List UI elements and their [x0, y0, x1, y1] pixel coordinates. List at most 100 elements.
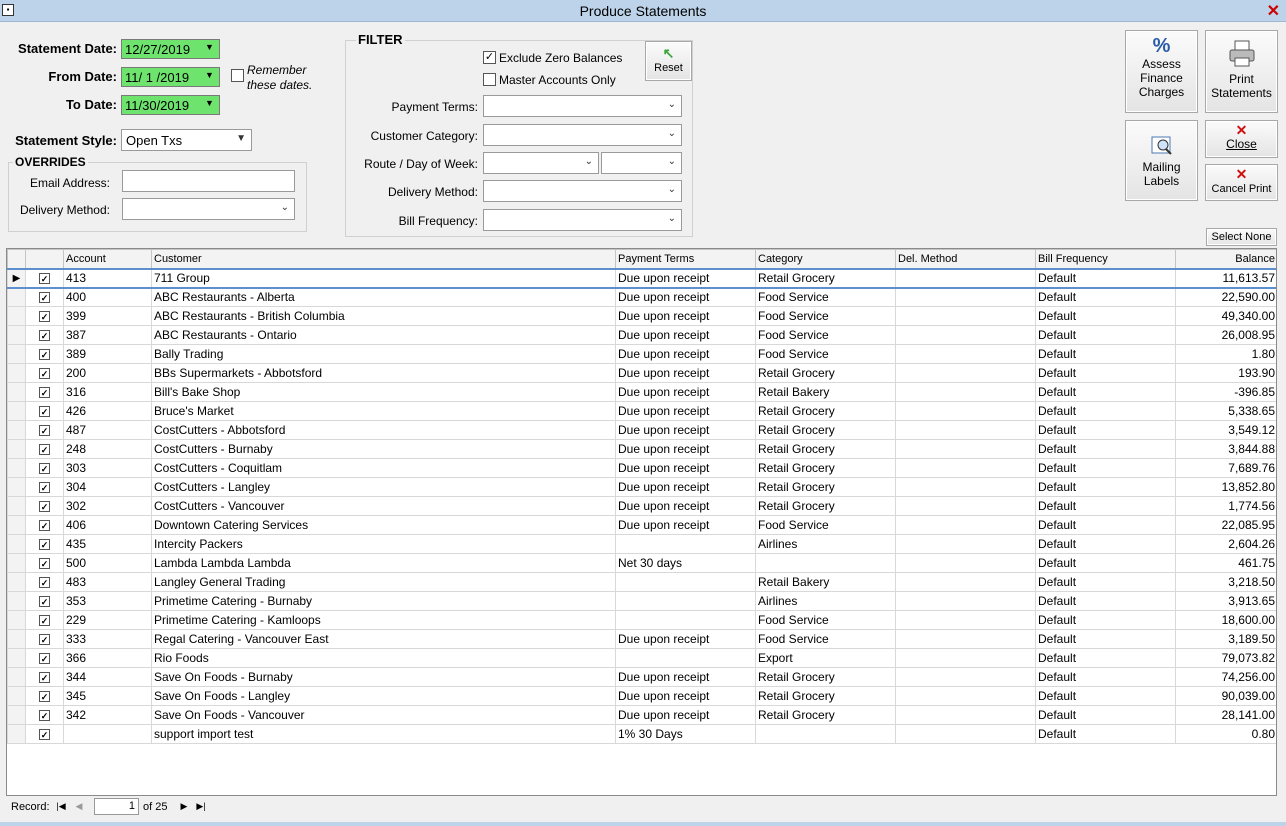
include-checkbox[interactable]: ✓ — [39, 368, 50, 379]
table-row[interactable]: ✓ 248 CostCutters - Burnaby Due upon receip… — [7, 439, 1276, 459]
dropdown-arrow-icon[interactable]: ▼ — [205, 70, 217, 80]
table-row[interactable]: ✓ 303 CostCutters - Coquitlam Due upon rece… — [7, 458, 1276, 478]
table-row[interactable]: ✓ 435 Intercity Packers Airlines Default 2,60… — [7, 534, 1276, 554]
include-checkbox[interactable]: ✓ — [39, 672, 50, 683]
table-row[interactable]: ✓ 345 Save On Foods - Langley Due upon rece… — [7, 686, 1276, 706]
route-select[interactable]: ⌄ — [483, 152, 599, 174]
include-checkbox[interactable]: ✓ — [39, 520, 50, 531]
row-selector[interactable] — [7, 610, 26, 630]
table-row[interactable]: ✓ 406 Downtown Catering Services Due upon r… — [7, 515, 1276, 535]
include-checkbox[interactable]: ✓ — [39, 273, 50, 284]
include-checkbox[interactable]: ✓ — [39, 387, 50, 398]
row-selector[interactable] — [7, 439, 26, 459]
row-selector[interactable]: ▶ — [7, 267, 26, 289]
close-button[interactable]: ✕ Close — [1205, 120, 1278, 158]
include-checkbox[interactable]: ✓ — [39, 729, 50, 740]
table-row[interactable]: ✓ 344 Save On Foods - Burnaby Due upon rece… — [7, 667, 1276, 687]
assess-finance-charges-button[interactable]: % Assess Finance Charges — [1125, 30, 1198, 113]
row-selector[interactable] — [7, 667, 26, 687]
col-del-method[interactable]: Del. Method — [895, 249, 1036, 269]
table-row[interactable]: ✓ 353 Primetime Catering - Burnaby Airlines… — [7, 591, 1276, 611]
row-selector[interactable] — [7, 496, 26, 516]
include-checkbox[interactable]: ✓ — [39, 558, 50, 569]
table-row[interactable]: ✓ 304 CostCutters - Langley Due upon receip… — [7, 477, 1276, 497]
col-balance[interactable]: Balance — [1175, 249, 1276, 269]
row-selector[interactable] — [7, 325, 26, 345]
table-row[interactable]: ✓ 333 Regal Catering - Vancouver East Due u… — [7, 629, 1276, 649]
table-row[interactable]: ✓ 366 Rio Foods Export Default 79,073.82 — [7, 648, 1276, 668]
row-selector[interactable] — [7, 458, 26, 478]
col-payment-terms[interactable]: Payment Terms — [615, 249, 756, 269]
reset-button[interactable]: ↖ Reset — [645, 41, 692, 81]
table-row[interactable]: ✓ 500 Lambda Lambda Lambda Net 30 days Defau… — [7, 553, 1276, 573]
table-row[interactable]: ✓ 389 Bally Trading Due upon receipt Food Se… — [7, 344, 1276, 364]
row-selector[interactable] — [7, 306, 26, 326]
include-checkbox[interactable]: ✓ — [39, 691, 50, 702]
include-checkbox[interactable]: ✓ — [39, 425, 50, 436]
table-row[interactable]: ✓ support import test 1% 30 Days Default 0.8… — [7, 724, 1276, 744]
include-checkbox[interactable]: ✓ — [39, 634, 50, 645]
include-checkbox[interactable]: ✓ — [39, 311, 50, 322]
cancel-print-button[interactable]: ✕ Cancel Print — [1205, 164, 1278, 201]
override-delivery-method-select[interactable]: ⌄ — [122, 198, 295, 220]
select-none-button[interactable]: Select None — [1206, 228, 1277, 246]
include-checkbox[interactable]: ✓ — [39, 577, 50, 588]
table-row[interactable]: ▶ ✓ 413 711 Group Due upon receipt Retail Gro… — [7, 267, 1276, 289]
customer-category-select[interactable]: ⌄ — [483, 124, 682, 146]
prev-record-icon[interactable]: ◀ — [72, 799, 86, 813]
row-selector[interactable] — [7, 477, 26, 497]
include-checkbox[interactable]: ✓ — [39, 444, 50, 455]
last-record-icon[interactable]: ▶| — [194, 799, 208, 813]
include-checkbox[interactable]: ✓ — [39, 501, 50, 512]
include-checkbox[interactable]: ✓ — [39, 292, 50, 304]
table-row[interactable]: ✓ 387 ABC Restaurants - Ontario Due upon re… — [7, 325, 1276, 345]
master-accounts-only-checkbox[interactable] — [483, 73, 496, 86]
table-row[interactable]: ✓ 487 CostCutters - Abbotsford Due upon rec… — [7, 420, 1276, 440]
payment-terms-select[interactable]: ⌄ — [483, 95, 682, 117]
row-selector[interactable] — [7, 515, 26, 535]
row-selector[interactable] — [7, 344, 26, 364]
table-row[interactable]: ✓ 302 CostCutters - Vancouver Due upon rece… — [7, 496, 1276, 516]
remember-dates-checkbox[interactable] — [231, 69, 244, 82]
table-row[interactable]: ✓ 426 Bruce's Market Due upon receipt Retail… — [7, 401, 1276, 421]
statement-style-select[interactable]: Open Txs ▼ — [121, 129, 252, 151]
dropdown-arrow-icon[interactable]: ▼ — [205, 98, 217, 108]
include-checkbox[interactable]: ✓ — [39, 482, 50, 493]
exclude-zero-balances-checkbox[interactable]: ✓ — [483, 51, 496, 64]
col-bill-frequency[interactable]: Bill Frequency — [1035, 249, 1176, 269]
col-category[interactable]: Category — [755, 249, 896, 269]
dropdown-arrow-icon[interactable]: ▼ — [205, 42, 217, 52]
include-checkbox[interactable]: ✓ — [39, 330, 50, 341]
table-row[interactable]: ✓ 400 ABC Restaurants - Alberta Due upon re… — [7, 287, 1276, 307]
row-selector[interactable] — [7, 553, 26, 573]
col-account[interactable]: Account — [63, 249, 152, 269]
include-checkbox[interactable]: ✓ — [39, 349, 50, 360]
from-date-field[interactable]: 11/ 1 /2019 ▼ — [121, 67, 220, 87]
mailing-labels-button[interactable]: Mailing Labels — [1125, 120, 1198, 201]
window-close-icon[interactable]: ✕ — [1267, 1, 1280, 21]
table-row[interactable]: ✓ 483 Langley General Trading Retail Bakery… — [7, 572, 1276, 592]
include-checkbox[interactable]: ✓ — [39, 539, 50, 550]
email-address-field[interactable] — [122, 170, 295, 192]
row-selector[interactable] — [7, 382, 26, 402]
include-checkbox[interactable]: ✓ — [39, 406, 50, 417]
row-selector[interactable] — [7, 572, 26, 592]
col-customer[interactable]: Customer — [151, 249, 616, 269]
include-checkbox[interactable]: ✓ — [39, 463, 50, 474]
include-checkbox[interactable]: ✓ — [39, 615, 50, 626]
row-selector[interactable] — [7, 629, 26, 649]
table-row[interactable]: ✓ 200 BBs Supermarkets - Abbotsford Due upo… — [7, 363, 1276, 383]
include-checkbox[interactable]: ✓ — [39, 710, 50, 721]
statement-date-field[interactable]: 12/27/2019 ▼ — [121, 39, 220, 59]
row-selector[interactable] — [7, 401, 26, 421]
first-record-icon[interactable]: |◀ — [54, 799, 68, 813]
table-row[interactable]: ✓ 316 Bill's Bake Shop Due upon receipt Reta… — [7, 382, 1276, 402]
current-record-field[interactable]: 1 — [94, 798, 139, 815]
table-row[interactable]: ✓ 229 Primetime Catering - Kamloops Food Se… — [7, 610, 1276, 630]
row-selector[interactable] — [7, 287, 26, 307]
filter-delivery-method-select[interactable]: ⌄ — [483, 180, 682, 202]
include-checkbox[interactable]: ✓ — [39, 653, 50, 664]
row-selector[interactable] — [7, 686, 26, 706]
table-row[interactable]: ✓ 342 Save On Foods - Vancouver Due upon re… — [7, 705, 1276, 725]
to-date-field[interactable]: 11/30/2019 ▼ — [121, 95, 220, 115]
